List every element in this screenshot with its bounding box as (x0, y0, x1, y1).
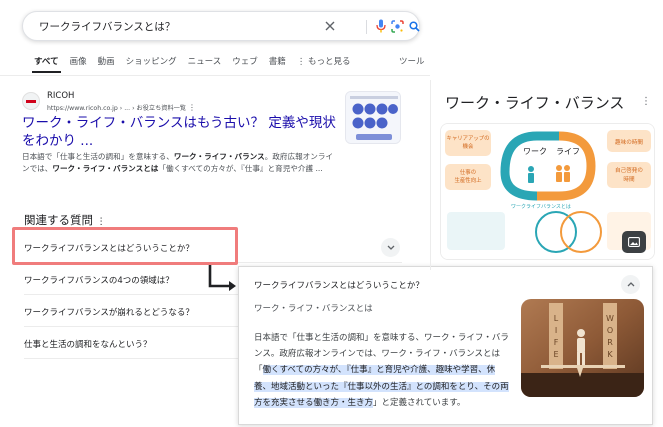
tab-more[interactable]: ⋮ もっと見る (297, 55, 351, 67)
search-input[interactable]: ワークライフバランスとは？ (39, 19, 175, 34)
highlight-box (12, 227, 238, 265)
callout-arrow (208, 265, 236, 291)
tab-shopping[interactable]: ショッピング (126, 55, 177, 67)
tab-images[interactable]: 画像 (70, 55, 87, 67)
more-vert-icon[interactable]: ⋮ (188, 103, 196, 112)
microphone-icon[interactable] (373, 18, 389, 34)
result-site-name[interactable]: RICOH (47, 91, 74, 101)
result-url-text: https://www.ricoh.co.jp › ... › お役立ち資料一覧 (47, 105, 187, 112)
svg-text:ライフ: ライフ (556, 147, 580, 156)
tab-all[interactable]: すべて (32, 55, 61, 73)
svg-text:ワークライフバランスとは: ワークライフバランスとは (511, 204, 571, 210)
tab-books[interactable]: 書籍 (269, 55, 286, 67)
svg-text:ワーク: ワーク (523, 147, 547, 156)
image-view-icon[interactable] (622, 231, 646, 253)
clear-icon[interactable] (322, 18, 338, 34)
paa-expanded-answer: ワークライフバランスとはどういうことか？ ワーク・ライフ・バランスとは 日本語で… (238, 266, 653, 425)
chevron-down-icon[interactable] (381, 238, 400, 257)
tab-videos[interactable]: 動画 (98, 55, 115, 67)
svg-text:I: I (555, 326, 557, 335)
popup-answer-text: 日本語で「仕事と生活の調和」を意味する、ワーク・ライフ・バランス。政府広報オンラ… (254, 333, 509, 408)
more-vert-icon[interactable]: ⋮ (641, 96, 651, 107)
result-url[interactable]: https://www.ricoh.co.jp › ... › お役立ち資料一覧… (47, 103, 196, 112)
work-life-balance-image[interactable]: L I F E W O R K (521, 299, 644, 397)
tab-more-label: もっと見る (307, 57, 351, 67)
svg-text:自己啓発の: 自己啓発の (615, 166, 643, 174)
search-divider (366, 20, 367, 34)
popup-question[interactable]: ワークライフバランスとはどういうことか？ (254, 279, 424, 291)
svg-text:O: O (607, 326, 613, 335)
knowledge-panel-title: ワーク・ライフ・バランス (445, 94, 625, 112)
tabs-divider (0, 75, 430, 76)
result-snippet: 日本語で「仕事と生活の調和」を意味する、ワーク・ライフ・バランス。政府広報オンラ… (22, 152, 334, 173)
svg-text:W: W (606, 314, 614, 323)
svg-text:生産性向上: 生産性向上 (455, 176, 483, 184)
svg-text:仕事の: 仕事の (460, 168, 476, 176)
paa-question: ワークライフバランスの4つの領域は？ (24, 276, 174, 286)
paa-heading: 関連する質問 ⋮ (24, 213, 106, 227)
svg-text:E: E (553, 350, 558, 359)
more-vert-icon: ⋮ (296, 57, 308, 67)
svg-text:時間: 時間 (623, 175, 635, 183)
result-title-link[interactable]: ワーク・ライフ・バランスはもう古い？ 定義や現状をわかり ... (22, 114, 340, 150)
svg-text:R: R (607, 338, 613, 347)
svg-text:F: F (554, 338, 559, 347)
svg-text:キャリアアップの: キャリアアップの (446, 135, 489, 142)
svg-text:機会: 機会 (463, 142, 474, 150)
search-bar[interactable]: ワークライフバランスとは？ (22, 11, 420, 41)
knowledge-panel-divider (430, 80, 431, 270)
ricoh-favicon (22, 92, 40, 110)
more-vert-icon[interactable]: ⋮ (97, 217, 106, 227)
svg-text:L: L (554, 314, 559, 323)
paa-question: 仕事と生活の調和をなんという？ (24, 340, 152, 350)
tools-button[interactable]: ツール (399, 55, 425, 67)
svg-text:趣味の時間: 趣味の時間 (615, 138, 643, 146)
paa-question: ワークライフバランスが崩れるとどうなる？ (24, 308, 194, 318)
svg-text:K: K (607, 350, 613, 359)
tab-web[interactable]: ウェブ (232, 55, 258, 67)
popup-subtitle: ワーク・ライフ・バランスとは (254, 304, 373, 314)
search-tabs: すべて 画像 動画 ショッピング ニュース ウェブ 書籍 ⋮ もっと見る (32, 55, 351, 73)
tab-news[interactable]: ニュース (188, 55, 222, 67)
search-icon[interactable] (406, 18, 422, 34)
result-thumbnail[interactable] (345, 91, 401, 144)
chevron-up-icon[interactable] (621, 275, 640, 294)
lens-icon[interactable] (389, 18, 405, 34)
